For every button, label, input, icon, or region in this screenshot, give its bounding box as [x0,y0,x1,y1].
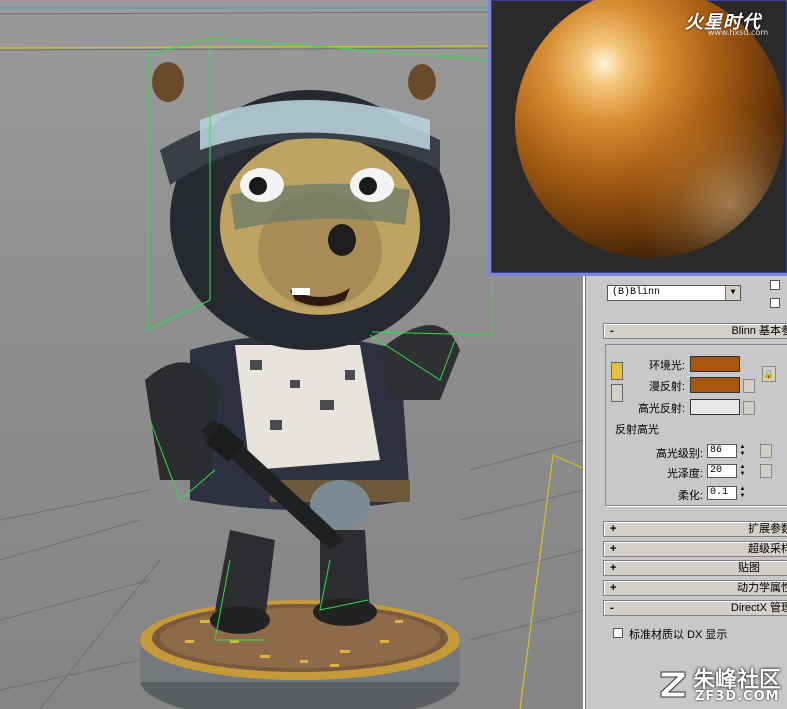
watermark-bottom: 朱峰社区 ZF3D.COM [655,660,787,709]
rollout-blinn-basic[interactable]: - Blinn 基本参 [603,323,787,339]
rollout-maps[interactable]: + 贴图 [603,560,787,576]
expand-icon: + [610,562,617,574]
collapse-icon: - [610,602,614,614]
rollout-supersampling-title: 超级采样 [748,543,787,555]
watermark-en: ZF3D.COM [695,689,780,704]
soften-input[interactable]: 0.1 [707,486,737,500]
rollout-directx-title: DirectX 管理 [730,602,787,614]
diffuse-color-swatch[interactable] [690,377,740,393]
watermark-url: www.hxsd.com [708,28,769,37]
rollout-blinn-basic-title: Blinn 基本参 [731,325,787,337]
specular-level-label: 高光级别: [655,448,703,460]
specular-level-map-button[interactable] [760,444,772,458]
ambient-diffuse-link-icon[interactable] [611,362,623,380]
face-map-checkbox[interactable] [770,298,780,308]
material-preview-window[interactable] [488,0,787,276]
expand-icon: + [610,523,617,535]
rollout-maps-title: 贴图 [738,562,760,574]
character-model [145,62,460,634]
specular-label: 高光反射: [637,403,685,415]
sphere-highlight [515,0,785,258]
rollout-supersampling[interactable]: + 超级采样 [603,541,787,557]
collapse-icon: - [610,325,614,337]
soften-spinner-icon[interactable]: ▲ ▼ [738,486,747,500]
diffuse-label: 漫反射: [648,381,685,393]
ambient-label: 环境光: [648,360,685,372]
specular-highlights-label: 反射高光 [615,424,659,436]
shader-type-dropdown[interactable]: (B)Blinn ▼ [607,285,741,301]
specular-level-spinner-icon[interactable]: ▲ ▼ [738,444,747,458]
glossiness-input[interactable]: 20 [707,464,737,478]
diffuse-map-button[interactable] [743,379,755,393]
rollout-directx[interactable]: - DirectX 管理 [603,600,787,616]
specular-level-input[interactable]: 86 [707,444,737,458]
shader-type-value: (B)Blinn [612,287,661,298]
specular-map-button[interactable] [743,401,755,415]
character-pedestal [140,600,460,709]
material-editor-panel: (B)Blinn ▼ - Blinn 基本参 环境光: 🔒 漫反射: 高光反射:… [583,276,787,709]
soften-label: 柔化: [677,490,703,502]
glossiness-map-button[interactable] [760,464,772,478]
glossiness-label: 光泽度: [666,468,703,480]
rollout-extended[interactable]: + 扩展参数 [603,521,787,537]
lock-icon[interactable]: 🔒 [762,366,776,382]
zf3d-logo-icon [660,671,686,698]
dx-display-label: 标准材质以 DX 显示 [629,629,728,641]
wire-checkbox[interactable] [770,280,780,290]
rollout-dynamics[interactable]: + 动力学属性 [603,580,787,596]
chevron-down-icon: ▼ [725,286,740,300]
expand-icon: + [610,543,617,555]
rollout-dynamics-title: 动力学属性 [737,582,787,594]
rollout-extended-title: 扩展参数 [748,523,787,535]
dx-display-checkbox[interactable] [613,628,623,638]
glossiness-spinner-icon[interactable]: ▲ ▼ [738,464,747,478]
ambient-color-swatch[interactable] [690,356,740,372]
expand-icon: + [610,582,617,594]
specular-color-swatch[interactable] [690,399,740,415]
